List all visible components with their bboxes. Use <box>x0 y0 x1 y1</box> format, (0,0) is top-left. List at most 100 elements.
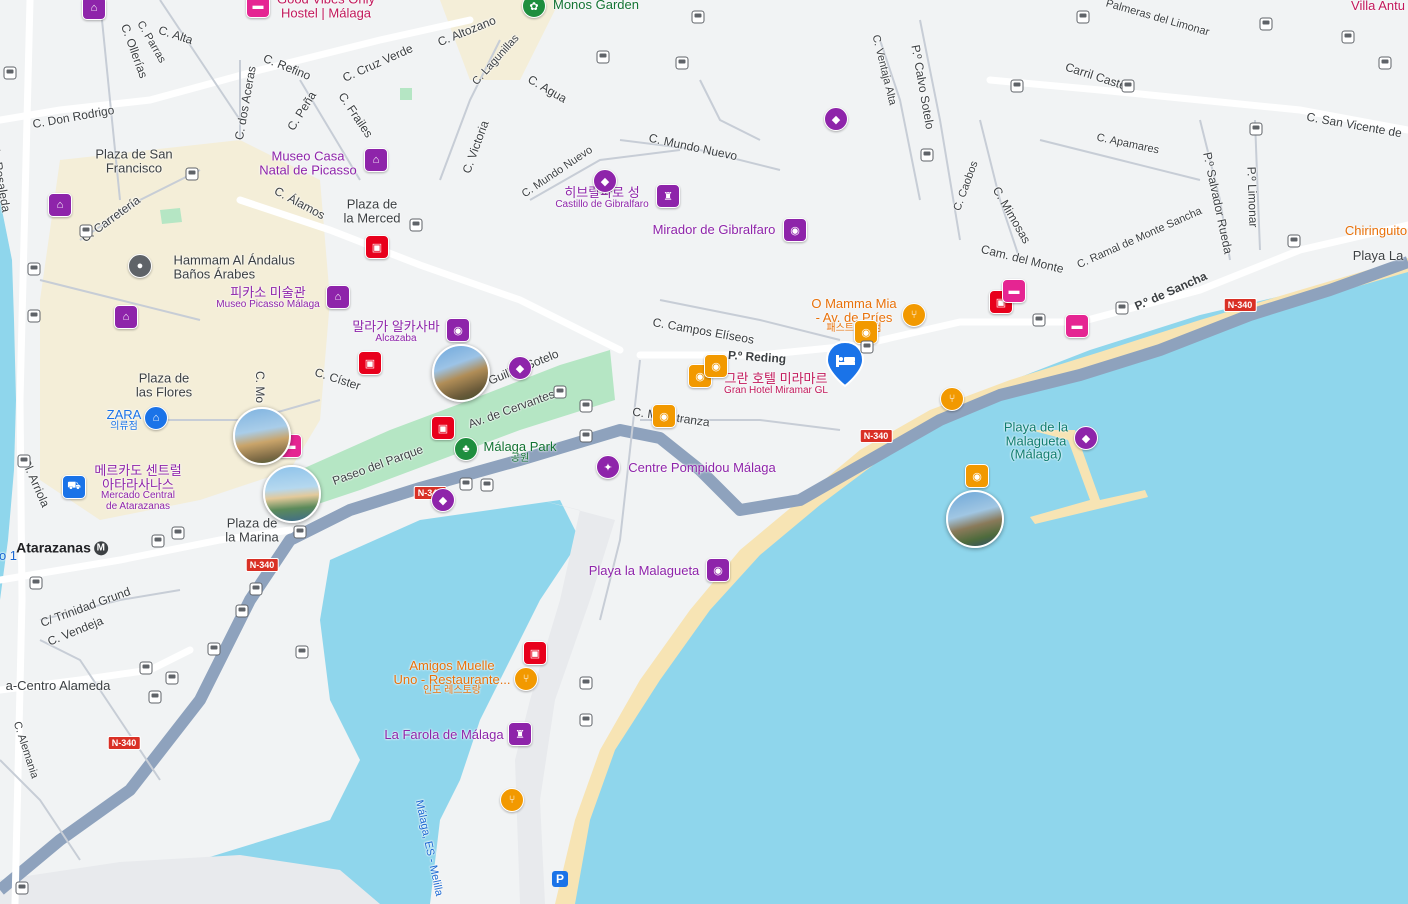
landmark-icon[interactable]: ◆ <box>593 169 617 193</box>
bus-stop-icon[interactable] <box>1115 301 1129 315</box>
bus-stop-icon[interactable] <box>79 224 93 238</box>
bus-stop-icon[interactable] <box>295 645 309 659</box>
museum-icon[interactable]: ⌂ <box>114 305 138 329</box>
landmark-icon[interactable]: ◆ <box>431 488 455 512</box>
bus-stop-icon[interactable] <box>207 642 221 656</box>
bus-stop-icon[interactable] <box>480 478 494 492</box>
bus-stop-icon[interactable] <box>1287 234 1301 248</box>
bus-stop-icon[interactable] <box>15 881 29 895</box>
camera-icon[interactable]: ◉ <box>965 464 989 488</box>
bus-stop-icon[interactable] <box>691 10 705 24</box>
bus-stop-icon[interactable] <box>3 66 17 80</box>
poi-museo-picasso[interactable]: 피카소 미술관 Museo Picasso Málaga <box>216 286 319 310</box>
bus-stop-icon[interactable] <box>1378 56 1392 70</box>
restaurant-icon[interactable]: ⑂ <box>514 667 538 691</box>
poi-centre-pompidou[interactable]: Centre Pompidou Málaga <box>628 461 775 475</box>
clothing-store-icon[interactable]: ⌂ <box>144 406 168 430</box>
bus-stop-icon[interactable] <box>860 340 874 354</box>
poi-la-farola[interactable]: La Farola de Málaga <box>384 728 503 742</box>
museum-icon[interactable]: ⌂ <box>82 0 106 20</box>
landmark-icon[interactable]: ◆ <box>1074 426 1098 450</box>
poi-hammam[interactable]: Hammam Al Ándalus Baños Árabes <box>173 253 294 280</box>
poi-museo-casa-picasso[interactable]: Museo Casa Natal de Picasso <box>259 149 357 176</box>
bus-stop-icon[interactable] <box>148 690 162 704</box>
bus-stop-icon[interactable] <box>249 582 263 596</box>
bus-stop-icon[interactable] <box>1032 313 1046 327</box>
hotel-icon[interactable]: ▬ <box>1002 279 1026 303</box>
place-chiringuito[interactable]: Chiringuito <box>1345 224 1407 238</box>
bus-stop-icon[interactable] <box>920 148 934 162</box>
bus-stop-icon[interactable] <box>235 604 249 618</box>
bus-stop-icon[interactable] <box>17 454 31 468</box>
bus-stop-icon[interactable] <box>185 167 199 181</box>
poi-mercado-central[interactable]: 메르카도 센트럴 아타라사나스 Mercado Central de Ataraz… <box>94 463 181 512</box>
bus-stop-icon[interactable] <box>579 429 593 443</box>
bus-stop-icon[interactable] <box>579 713 593 727</box>
restaurant-icon[interactable]: ⑂ <box>940 387 964 411</box>
bus-stop-icon[interactable] <box>553 385 567 399</box>
poi-alcazaba[interactable]: 말라가 알카사바 Alcazaba <box>352 320 439 344</box>
photo-thumbnail-port[interactable] <box>263 465 321 523</box>
bus-stop-icon[interactable] <box>1249 122 1263 136</box>
poi-good-vibes-hostel[interactable]: Good Vibes Only Hostel | Málaga <box>277 0 375 20</box>
restaurant-icon[interactable]: ⑂ <box>902 303 926 327</box>
camera-icon[interactable]: ◉ <box>706 558 730 582</box>
photo-thumbnail-cathedral[interactable] <box>233 407 291 465</box>
bus-stop-icon[interactable] <box>1341 30 1355 44</box>
place-playa-malagueta-beach[interactable]: Playa de la Malagueta (Málaga) <box>1004 420 1068 462</box>
museum-icon[interactable]: ⌂ <box>48 193 72 217</box>
bus-stop-icon[interactable] <box>27 262 41 276</box>
hotel-icon[interactable]: ▬ <box>1065 314 1089 338</box>
poi-monos-garden[interactable]: Monos Garden <box>553 0 639 12</box>
bus-stop-icon[interactable] <box>165 671 179 685</box>
art-icon[interactable]: ✦ <box>596 455 620 479</box>
tree-icon[interactable]: ♣ <box>454 437 478 461</box>
bus-stop-icon[interactable] <box>171 526 185 540</box>
poi-malaga-park[interactable]: Málaga Park 공원 <box>484 440 557 464</box>
hammam-icon[interactable]: ● <box>128 254 152 278</box>
place-villa[interactable]: Villa Antu <box>1351 0 1405 13</box>
bus-stop-icon[interactable] <box>1121 79 1135 93</box>
bus-stop-icon[interactable] <box>579 676 593 690</box>
museum-icon[interactable]: ⌂ <box>326 285 350 309</box>
bus-stop-icon[interactable] <box>27 309 41 323</box>
camera-icon[interactable]: ◉ <box>783 218 807 242</box>
bus-stop-icon[interactable] <box>409 218 423 232</box>
bus-stop-icon[interactable] <box>675 56 689 70</box>
castle-icon[interactable]: ♜ <box>656 184 680 208</box>
cart-icon[interactable]: ⛟ <box>62 475 86 499</box>
bus-stop-icon[interactable] <box>139 661 153 675</box>
bus-stop-icon[interactable] <box>596 50 610 64</box>
shopping-icon[interactable]: ▣ <box>431 416 455 440</box>
landmark-icon[interactable]: ◆ <box>508 356 532 380</box>
shopping-icon[interactable]: ▣ <box>523 641 547 665</box>
bus-stop-icon[interactable] <box>459 477 473 491</box>
selected-hotel-marker[interactable] <box>825 340 865 388</box>
restaurant-icon[interactable]: ⑂ <box>500 788 524 812</box>
parking-icon[interactable]: P <box>552 871 568 887</box>
poi-gran-hotel-miramar[interactable]: 그란 호텔 미라마르 Gran Hotel Miramar GL <box>724 372 828 396</box>
museum-icon[interactable]: ⌂ <box>364 148 388 172</box>
bus-stop-icon[interactable] <box>579 399 593 413</box>
shopping-icon[interactable]: ▣ <box>365 235 389 259</box>
photo-thumbnail-alcazaba[interactable] <box>432 344 490 402</box>
shopping-icon[interactable]: ▣ <box>358 351 382 375</box>
poi-mirador-gibralfaro[interactable]: Mirador de Gibralfaro <box>653 223 776 237</box>
bus-stop-icon[interactable] <box>151 534 165 548</box>
camera-icon[interactable]: ◉ <box>704 354 728 378</box>
landmark-icon[interactable]: ◆ <box>824 107 848 131</box>
bus-stop-icon[interactable] <box>1259 17 1273 31</box>
poi-amigos-muelle-uno[interactable]: Amigos Muelle Uno - Restaurante... 인도 레스토… <box>393 659 510 697</box>
camera-icon[interactable]: ◉ <box>446 318 470 342</box>
bus-stop-icon[interactable] <box>293 525 307 539</box>
poi-zara[interactable]: ZARA 의류점 <box>107 408 142 432</box>
place-atarazanas[interactable]: Atarazanas M <box>16 540 108 556</box>
bus-stop-icon[interactable] <box>29 576 43 590</box>
map-canvas[interactable]: C. Alta C. Ollerías C. Parras C. Refino … <box>0 0 1408 904</box>
bus-stop-icon[interactable] <box>1010 79 1024 93</box>
poi-playa-la-malagueta[interactable]: Playa la Malagueta <box>589 564 700 578</box>
photo-thumbnail-gibralfaro[interactable] <box>946 490 1004 548</box>
camera-icon[interactable]: ◉ <box>652 404 676 428</box>
bus-stop-icon[interactable] <box>1076 10 1090 24</box>
hostel-icon[interactable]: ▬ <box>246 0 270 18</box>
